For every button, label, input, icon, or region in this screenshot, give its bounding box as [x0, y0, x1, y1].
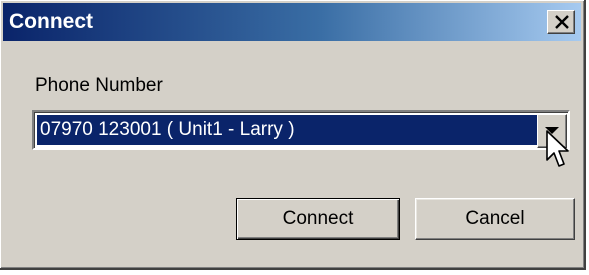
cancel-button[interactable]: Cancel [415, 198, 575, 240]
close-button[interactable] [547, 10, 575, 34]
phone-number-label: Phone Number [35, 75, 163, 96]
title-bar[interactable]: Connect [3, 3, 581, 41]
close-icon [555, 15, 569, 29]
connect-button[interactable]: Connect [236, 198, 400, 240]
dropdown-frame: 07970 123001 ( Unit1 - Larry ) [34, 112, 568, 148]
phone-number-selected-value[interactable]: 07970 123001 ( Unit1 - Larry ) [37, 115, 537, 145]
connect-dialog: Connect Phone Number 07970 123001 ( Unit… [0, 0, 586, 270]
mouse-pointer-icon [546, 130, 569, 167]
window-title: Connect [9, 10, 93, 33]
phone-number-dropdown[interactable]: 07970 123001 ( Unit1 - Larry ) [32, 110, 570, 150]
